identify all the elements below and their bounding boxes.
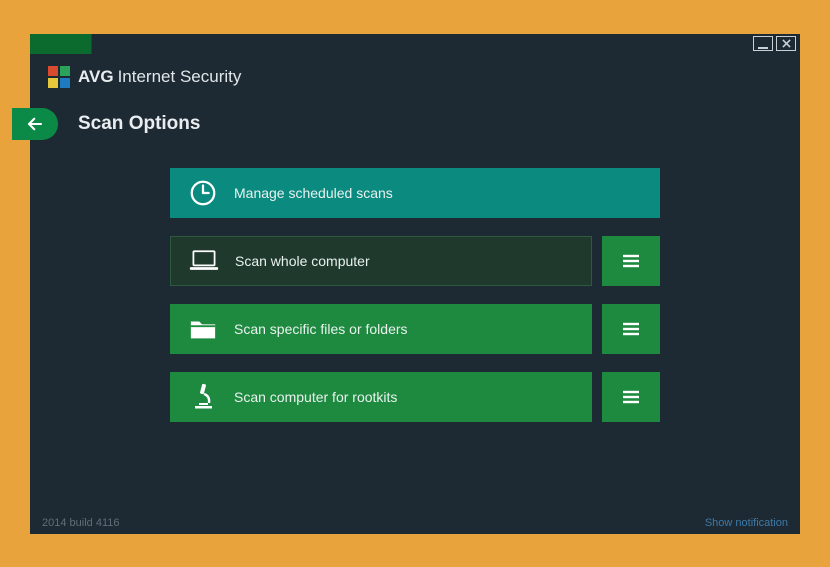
back-button[interactable] <box>12 108 58 140</box>
option-label: Manage scheduled scans <box>234 185 393 201</box>
options-list: Manage scheduled scans Scan whole comput… <box>30 142 800 512</box>
build-info: 2014 build 4116 <box>42 517 119 529</box>
app-window: AVG Internet Security Scan Options Manag… <box>30 34 800 534</box>
option-scan-specific-files: Scan specific files or folders <box>170 304 660 354</box>
option-label: Scan specific files or folders <box>234 321 408 337</box>
header: AVG Internet Security <box>30 54 800 96</box>
titlebar <box>30 34 800 54</box>
option-scan-rootkits: Scan computer for rootkits <box>170 372 660 422</box>
scan-specific-files-menu-button[interactable] <box>602 304 660 354</box>
option-scheduled-scans: Manage scheduled scans <box>170 168 660 218</box>
microscope-icon <box>186 383 220 411</box>
subheader: Scan Options <box>30 106 800 142</box>
laptop-icon <box>187 249 221 273</box>
option-label: Scan computer for rootkits <box>234 389 397 405</box>
minimize-button[interactable] <box>753 36 773 51</box>
option-scan-whole-computer: Scan whole computer <box>170 236 660 286</box>
product-name: Internet Security <box>118 67 242 87</box>
arrow-left-icon <box>26 115 44 133</box>
footer: 2014 build 4116 Show notification <box>30 512 800 534</box>
scan-whole-computer-button[interactable]: Scan whole computer <box>170 236 592 286</box>
hamburger-icon <box>621 253 641 269</box>
hamburger-icon <box>621 321 641 337</box>
scan-rootkits-menu-button[interactable] <box>602 372 660 422</box>
page-title: Scan Options <box>78 113 200 135</box>
scan-whole-computer-menu-button[interactable] <box>602 236 660 286</box>
scan-rootkits-button[interactable]: Scan computer for rootkits <box>170 372 592 422</box>
manage-scheduled-scans-button[interactable]: Manage scheduled scans <box>170 168 660 218</box>
clock-icon <box>186 178 220 208</box>
scan-specific-files-button[interactable]: Scan specific files or folders <box>170 304 592 354</box>
brand-name: AVG <box>78 67 114 87</box>
close-icon <box>782 39 791 48</box>
close-button[interactable] <box>776 36 796 51</box>
folder-icon <box>186 317 220 341</box>
avg-logo-icon <box>48 66 70 88</box>
show-notification-link[interactable]: Show notification <box>705 517 788 529</box>
hamburger-icon <box>621 389 641 405</box>
minimize-icon <box>758 47 768 49</box>
option-label: Scan whole computer <box>235 253 370 269</box>
